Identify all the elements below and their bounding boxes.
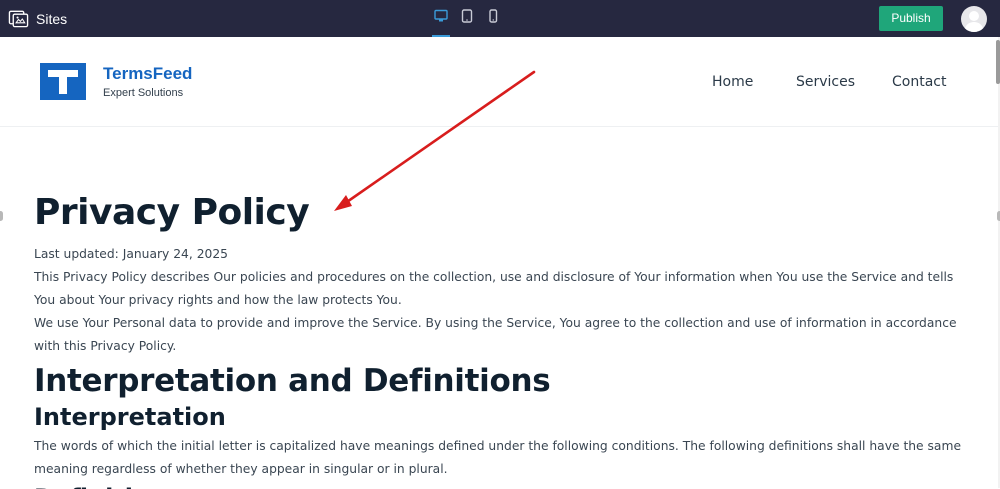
sites-label: Sites (36, 10, 68, 27)
desktop-icon[interactable] (432, 9, 450, 37)
mobile-icon[interactable] (486, 9, 500, 29)
page-title: Privacy Policy (34, 192, 310, 233)
sites-menu[interactable]: Sites (8, 8, 67, 29)
nav-home[interactable]: Home (712, 74, 753, 90)
brand-name: TermsFeed (103, 63, 193, 83)
avatar[interactable] (961, 6, 987, 32)
section-heading: Interpretation and Definitions (34, 363, 551, 399)
editor-toolbar: Sites Publish (0, 0, 1000, 37)
nav-contact[interactable]: Contact (892, 74, 946, 90)
device-switcher (432, 9, 500, 37)
subsection-heading: Interpretation (34, 403, 226, 431)
intro-paragraph-1: This Privacy Policy describes Our polici… (34, 270, 954, 307)
interpretation-paragraph: The words of which the initial letter is… (34, 439, 962, 476)
sites-icon (8, 10, 29, 28)
left-resize-handle[interactable] (0, 211, 3, 221)
site-header: TermsFeed Expert Solutions Home Services… (0, 37, 998, 127)
last-updated: Last updated: January 24, 2025 (34, 247, 228, 261)
publish-button[interactable]: Publish (879, 6, 943, 31)
policy-content: Privacy Policy Last updated: January 24,… (34, 190, 964, 489)
tablet-icon[interactable] (460, 9, 474, 29)
termsfeed-logo-icon (40, 63, 86, 100)
definitions-heading: Definitions (34, 483, 964, 489)
logo-text: TermsFeed Expert Solutions (103, 63, 193, 99)
nav-services[interactable]: Services (796, 74, 855, 90)
intro-paragraph-2: We use Your Personal data to provide and… (34, 316, 957, 353)
scrollbar-thumb[interactable] (996, 40, 1000, 84)
brand-tagline: Expert Solutions (103, 86, 184, 99)
user-icon (964, 11, 984, 32)
site-logo[interactable]: TermsFeed Expert Solutions (40, 63, 192, 100)
